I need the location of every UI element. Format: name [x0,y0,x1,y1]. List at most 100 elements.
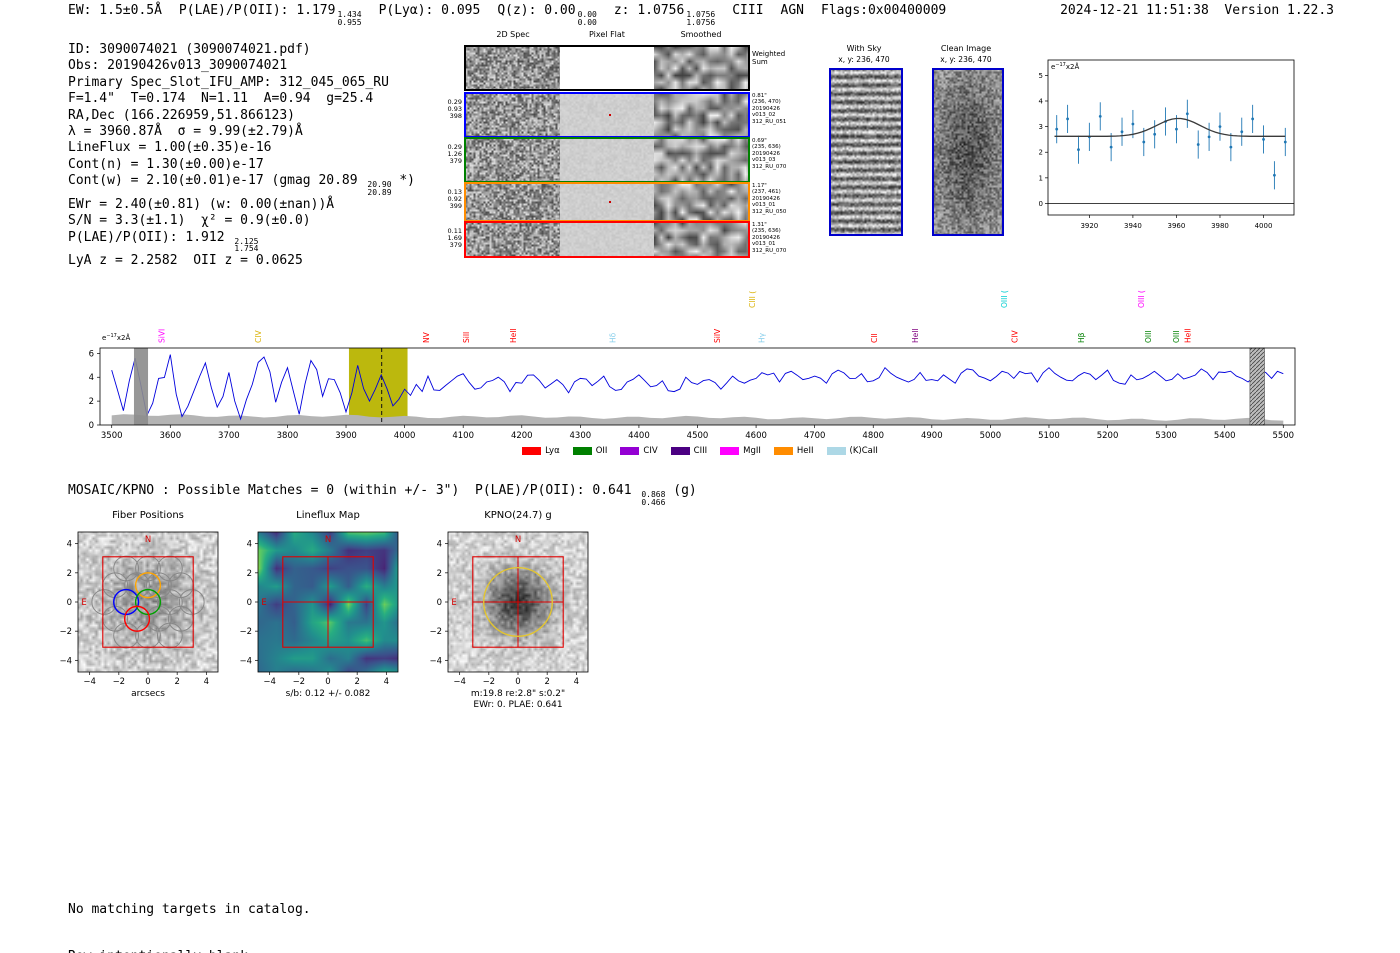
info-line: F=1.4" T=0.174 N=1.11 A=0.94 g=25.4 [68,91,374,107]
stacked-hi-lo: 20.90 20.89 [367,180,392,198]
spectrum-xtick: 3900 [335,431,357,441]
emission-line-label: OIII [1172,330,1181,343]
emission-line-label: CIV [254,330,263,343]
2d-spec-strip [466,184,560,220]
panel-ytick: −4 [429,656,442,666]
pixel-flat-strip [560,139,654,181]
smoothed-strip [654,139,748,181]
data-point [1240,130,1244,134]
panel-ytick: −4 [59,656,72,666]
spectrum-xtick: 4900 [921,431,943,441]
panel-ytick: −4 [239,656,252,666]
spectrum-xtick: 4400 [628,431,650,441]
cutout-row-left-labels: 0.29 0.93 398 [447,98,462,120]
emission-line-label: SiIV [713,328,722,343]
panel-ytick: 2 [67,569,72,579]
compass-east: E [81,598,86,608]
fit-ytick: 0 [1039,200,1043,208]
data-point [1120,130,1124,134]
legend-swatch [522,447,542,455]
data-point [1207,135,1211,139]
report-timestamp: 2024-12-21 11:51:38 Version 1.22.3 [1060,3,1334,18]
fiber-circle [167,572,194,599]
stacked-hi-lo: 1.434 0.955 [337,10,362,27]
panel-ytick: 4 [67,540,72,550]
legend-item: CIV [620,446,658,456]
fiber-plot: Fiber Positions −4 −4 −2 −2 0 0 2 2 4 4 arcsecs N E [59,510,219,699]
stacked-hi-lo: 1.0756 1.0756 [686,10,716,27]
info-line: Cont(w) = 2.10(±0.01)e-17 (gmag 20.89 20… [68,173,415,198]
fiber-circle [156,589,183,615]
spectrum-xtick: 4800 [862,431,884,441]
fit-xtick: 4000 [1255,222,1273,230]
emission-line-label: OIII ( [1137,290,1146,308]
legend-swatch [826,447,846,455]
panel-xtick: 2 [174,677,179,687]
spectrum-line-legend: Lyα OII CIV CIII MgII HeII (K)CaII [0,446,1400,456]
data-point [1185,112,1189,116]
cutout-row-left-labels: 0.29 1.26 379 [447,143,462,165]
fiber-circle [146,605,172,632]
panel-xtick: −2 [113,677,126,687]
cutout-row-0 [464,45,750,91]
legend-label: (K)CaII [849,446,878,456]
emission-line-label: CIV [1010,330,1019,343]
compass-north: N [145,535,151,545]
panel-ytick: 4 [247,540,252,550]
spectrum-xtick: 5000 [980,431,1002,441]
cutout-row-annotation: 0.81" (236, 470) 20190426 v013_02 312_RU_051 [752,93,787,125]
emission-line-label: Hγ [757,332,766,343]
with-sky-image [829,68,903,236]
panel-xtick: −2 [483,677,496,687]
legend-item: MgII [720,446,761,456]
spectrum-xtick: 5300 [1155,431,1177,441]
flux-units-label: e−17x2Å [102,333,130,342]
panel-ytick: 2 [437,569,442,579]
data-point [1218,125,1222,129]
fit-ytick: 2 [1039,149,1043,157]
legend-swatch [670,447,690,455]
stacked-hi-lo: 2.125 1.754 [234,236,259,254]
spectrum-ytick: 2 [89,397,94,407]
2d-spec-strip [466,139,560,181]
spectrum-ytick: 4 [89,373,94,383]
cutout-row-annotation: 0.69" (235, 636) 20190426 v013_03 312_RU_070 [752,138,787,170]
legend-swatch [773,447,793,455]
panel-ytick: 0 [67,598,72,608]
fiber-circle [102,572,129,599]
emission-line-label: CII [870,333,879,343]
noise-floor-fill [111,414,1284,425]
panel-xlabel: arcsecs [131,689,165,699]
info-line: S/N = 3.3(±1.1) χ² = 0.9(±0.0) [68,213,311,229]
legend-swatch [620,447,640,455]
panel-xtick: −4 [83,677,96,687]
data-point [1131,122,1135,126]
fiber-circle [156,555,183,582]
panel-title: Lineflux Map [296,510,360,521]
panel-xtick: −4 [263,677,276,687]
panel-xtick: −2 [293,677,306,687]
selected-line-band [348,348,408,425]
legend-label: CIII [693,446,708,456]
emission-line-label: HeII [509,328,518,343]
spectrum-xtick: 5200 [1097,431,1119,441]
fit-plot-frame [1047,59,1295,216]
fit-xtick: 3920 [1080,222,1098,230]
panel-xtick: −4 [453,677,466,687]
legend-item: OII [572,446,607,456]
spectrum-line [111,354,1284,421]
info-line: LineFlux = 1.00(±0.35)e-16 [68,140,272,156]
lineflux-plot: Lineflux Map −4 −4 −2 −2 0 0 2 2 4 4 s/b: 0.12 +/- … [239,510,399,699]
masked-region-band [133,348,149,425]
emission-line-fit-plot: 0 1 2 3 4 5 3920 3940 3960 3980 4000 e−17x2Å [1039,59,1295,230]
spectrum-xtick: 4000 [394,431,416,441]
selected-fiber-circle [134,588,162,616]
pixel-flat-strip [560,184,654,220]
data-point [1283,140,1287,144]
panel-xtick: 4 [384,677,389,687]
detection-info-block: ID: 3090074021 (3090074021.pdf) Obs: 2019… [68,42,415,270]
spectrum-ytick: 0 [89,421,94,431]
selected-fiber-circle [113,588,140,616]
data-point [1142,140,1146,144]
elixer-detection-report: EW: 1.5±0.5Å P(LAE)/P(OII): 1.179 1.434 0.9… [0,0,1400,953]
